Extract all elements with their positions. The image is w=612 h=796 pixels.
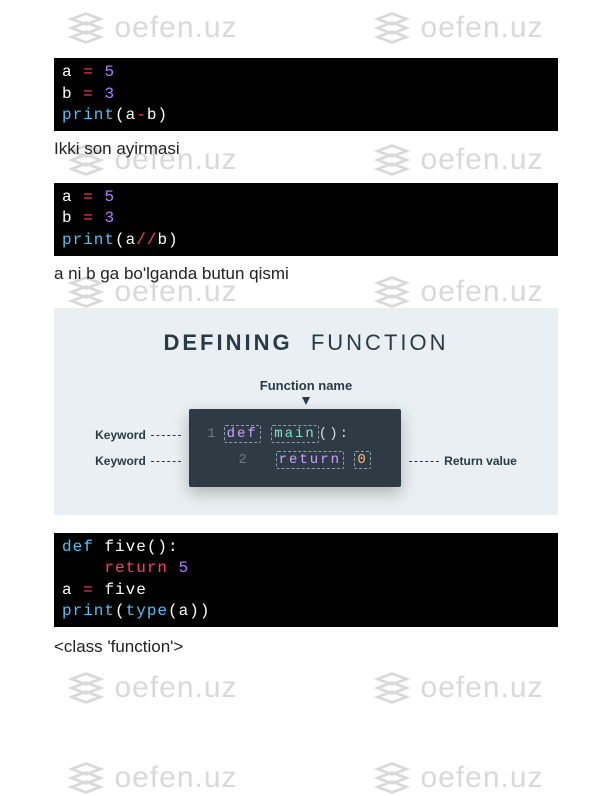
- code-token: (: [168, 602, 179, 620]
- function-name: main: [271, 425, 319, 443]
- code-preview-box: 1 def main(): 2 return 0: [189, 409, 401, 487]
- diagram-title: DEFINING FUNCTION: [54, 330, 558, 356]
- diagram-title-bold: DEFINING: [163, 330, 292, 355]
- function-name-label: Function name: [54, 378, 558, 393]
- code-token: (: [115, 231, 126, 249]
- code-token: 3: [104, 209, 115, 227]
- diagram-title-thin: FUNCTION: [311, 330, 449, 355]
- code-token: print: [62, 231, 115, 249]
- code-token: print: [62, 106, 115, 124]
- code-token: a: [179, 602, 190, 620]
- defining-function-diagram: DEFINING FUNCTION Function name Keyword …: [54, 308, 558, 515]
- code-token: a: [126, 106, 137, 124]
- keyword-return: return: [276, 451, 344, 469]
- code-block-1: a = 5 b = 3 print(a-b): [54, 58, 558, 131]
- watermark-text: oefen.uz: [420, 671, 543, 705]
- code-token: print: [62, 602, 115, 620]
- code-token: =: [83, 63, 94, 81]
- code-token: //: [136, 231, 157, 249]
- watermark-text: oefen.uz: [114, 761, 237, 795]
- parens: ():: [319, 426, 350, 442]
- code-token: (: [115, 106, 126, 124]
- page-content: a = 5 b = 3 print(a-b) Ikki son ayirmasi…: [0, 0, 612, 657]
- code-token: 5: [104, 63, 115, 81]
- code-token: b: [157, 231, 168, 249]
- code-token: ): [189, 602, 200, 620]
- keyword-label: Keyword: [95, 454, 146, 468]
- code-token: ): [168, 231, 179, 249]
- caption-2: a ni b ga bo'lganda butun qismi: [54, 264, 558, 284]
- line-number: 2: [238, 452, 248, 468]
- code-token: return: [104, 559, 168, 577]
- code-token: b: [147, 106, 158, 124]
- code-block-2: a = 5 b = 3 print(a//b): [54, 183, 558, 256]
- keyword-label: Keyword: [95, 428, 146, 442]
- dash-connector-icon: [409, 461, 439, 462]
- code-token: five: [104, 538, 146, 556]
- code-token: =: [83, 188, 94, 206]
- keyword-def: def: [224, 425, 261, 443]
- code-token: ): [157, 106, 168, 124]
- code-token: def: [62, 538, 94, 556]
- code-token: -: [136, 106, 147, 124]
- code-token: =: [83, 581, 94, 599]
- dash-connector-icon: [151, 461, 181, 462]
- code-token: a: [62, 581, 73, 599]
- code-token: a: [62, 188, 73, 206]
- caption-1: Ikki son ayirmasi: [54, 139, 558, 159]
- code-token: type: [126, 602, 168, 620]
- code-token: a: [126, 231, 137, 249]
- code-token: b: [62, 85, 73, 103]
- arrow-down-icon: [302, 397, 310, 405]
- code-block-3: def five(): return 5 a = five print(type…: [54, 533, 558, 627]
- code-token: ): [200, 602, 211, 620]
- code-token: 3: [104, 85, 115, 103]
- code-token: 5: [179, 559, 190, 577]
- line-number: 1: [207, 426, 217, 442]
- code-token: ():: [147, 538, 179, 556]
- code-token: b: [62, 209, 73, 227]
- watermark-text: oefen.uz: [420, 761, 543, 795]
- return-value: 0: [354, 451, 370, 469]
- return-value-label: Return value: [444, 454, 517, 468]
- code-token: =: [83, 85, 94, 103]
- diagram-body: Keyword Keyword 1def main(): 2 return 0 …: [54, 409, 558, 487]
- dash-connector-icon: [151, 435, 181, 436]
- code-token: five: [104, 581, 146, 599]
- right-labels: Return value: [401, 422, 517, 474]
- watermark-text: oefen.uz: [114, 671, 237, 705]
- code-token: =: [83, 209, 94, 227]
- caption-3: <class 'function'>: [54, 637, 558, 657]
- code-token: (: [115, 602, 126, 620]
- left-labels: Keyword Keyword: [95, 422, 189, 474]
- code-token: 5: [104, 188, 115, 206]
- code-token: a: [62, 63, 73, 81]
